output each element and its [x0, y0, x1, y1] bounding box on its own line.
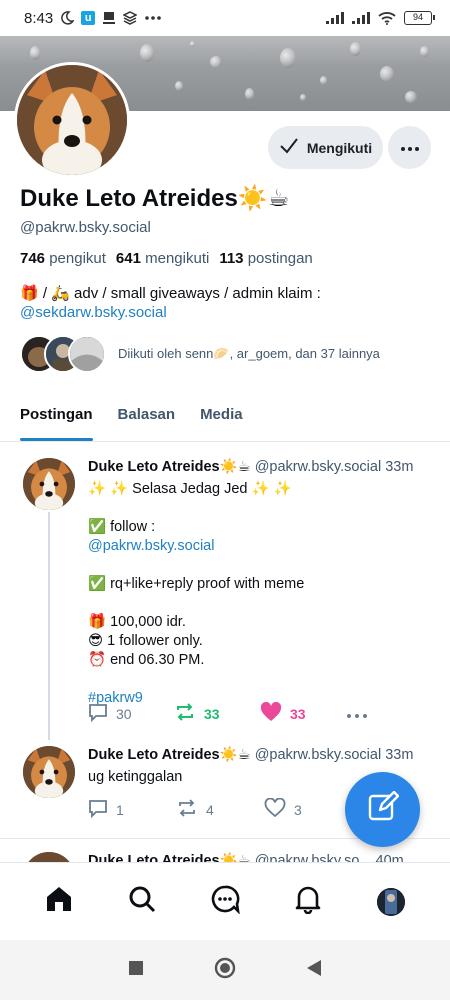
home-icon [44, 884, 74, 919]
like-count: 3 [294, 801, 302, 818]
download-icon [102, 11, 116, 25]
following-button[interactable]: Mengikuti [268, 126, 383, 169]
like-button[interactable]: 33 [260, 701, 346, 725]
search-icon [127, 884, 157, 919]
more-notifications-icon [144, 15, 162, 21]
checkmark-icon [279, 137, 299, 158]
recent-apps-button[interactable] [128, 960, 144, 981]
user-avatar [376, 887, 405, 916]
system-navigation [0, 940, 450, 1000]
status-time: 8:43 [24, 9, 54, 27]
nav-notifications[interactable] [288, 882, 328, 922]
more-options-icon [400, 139, 420, 157]
following-button-label: Mengikuti [306, 139, 373, 156]
profile-handle: @pakrw.bsky.social [20, 219, 151, 236]
chat-icon [210, 884, 240, 919]
post-line: 🎁 100,000 idr. [88, 614, 186, 630]
signal-icon [326, 12, 344, 24]
back-button[interactable] [306, 959, 322, 982]
bio-text: 🎁 / 🛵 adv / small giveaways / admin klai… [20, 285, 321, 302]
bio-link[interactable]: @sekdarw.bsky.social [20, 303, 440, 322]
post-author-avatar[interactable] [23, 746, 75, 798]
home-system-button[interactable] [214, 957, 236, 984]
compose-icon [367, 790, 399, 828]
heart-icon [264, 797, 286, 821]
like-count: 33 [290, 705, 306, 722]
nav-profile[interactable] [371, 882, 411, 922]
post-body[interactable]: ✨ ✨ Selasa Jedag Jed ✨ ✨ ✅ follow : @pak… [88, 480, 438, 708]
repost-icon [176, 798, 198, 821]
reply-icon [88, 798, 108, 821]
post-time: 33m [385, 459, 414, 475]
profile-display-name: Duke Leto Atreides☀️☕ [20, 185, 290, 212]
following-stat[interactable]: 641 mengikuti [116, 250, 209, 267]
follower-avatar [68, 335, 106, 373]
followed-by-text: Diikuti oleh senn🥟, ar_goem, dan 37 lain… [118, 346, 380, 361]
profile-more-button[interactable] [388, 126, 431, 169]
post-author-handle: @pakrw.bsky.social [254, 459, 382, 475]
reply-count: 1 [116, 801, 124, 818]
repost-button[interactable]: 33 [174, 702, 260, 725]
profile-stats: 746 pengikut 641 mengikuti 113 postingan [20, 250, 313, 267]
profile-tabs: Postingan Balasan Media [0, 398, 450, 442]
post-author-avatar[interactable] [23, 458, 75, 510]
reply-count: 30 [116, 705, 132, 722]
app-notification-icon: u [81, 11, 96, 25]
reply-button[interactable]: 30 [88, 702, 174, 725]
repost-icon [174, 702, 196, 725]
more-options-icon [346, 706, 368, 722]
signal-icon-2 [352, 12, 370, 24]
bottom-navigation [0, 862, 450, 940]
post-header[interactable]: Duke Leto Atreides☀️☕ @pakrw.bsky.social… [88, 458, 413, 475]
followers-stat[interactable]: 746 pengikut [20, 250, 106, 267]
post-line: ✅ rq+like+reply proof with meme [88, 576, 305, 592]
tab-media[interactable]: Media [200, 398, 243, 441]
post-line: 😎 1 follower only. [88, 633, 203, 649]
reply-button[interactable]: 1 [88, 798, 176, 821]
posts-stat: 113 postingan [219, 250, 313, 267]
repost-count: 4 [206, 801, 214, 818]
post-author-handle: @pakrw.bsky.social [254, 747, 382, 763]
post-actions: 1 4 3 [88, 797, 302, 821]
repost-button[interactable]: 4 [176, 798, 264, 821]
repost-count: 33 [204, 705, 220, 722]
profile-bio: 🎁 / 🛵 adv / small giveaways / admin klai… [20, 284, 440, 322]
layers-icon [123, 11, 138, 25]
heart-filled-icon [260, 701, 282, 725]
wifi-icon [378, 11, 396, 25]
post-mention-link[interactable]: @pakrw.bsky.social [88, 537, 438, 556]
post-time: 33m [385, 747, 414, 763]
status-bar: 8:43 u 94 [0, 0, 450, 36]
reply-icon [88, 702, 108, 725]
nav-chat[interactable] [205, 882, 245, 922]
post-author-name: Duke Leto Atreides☀️☕ [88, 459, 251, 475]
post-more-button[interactable] [346, 706, 368, 722]
nav-search[interactable] [122, 882, 162, 922]
bell-icon [293, 884, 323, 919]
followed-by-row[interactable]: Diikuti oleh senn🥟, ar_goem, dan 37 lain… [20, 334, 380, 374]
post-line: ⏰ end 06.30 PM. [88, 652, 205, 668]
moon-icon [60, 11, 75, 25]
tab-posts[interactable]: Postingan [20, 398, 93, 441]
thread-line [48, 512, 50, 740]
post-author-name: Duke Leto Atreides☀️☕ [88, 747, 251, 763]
post-line: ✨ ✨ Selasa Jedag Jed ✨ ✨ [88, 481, 292, 497]
post-actions: 30 33 33 [88, 701, 368, 725]
post-header[interactable]: Duke Leto Atreides☀️☕ @pakrw.bsky.social… [88, 746, 413, 763]
nav-home[interactable] [39, 882, 79, 922]
profile-avatar[interactable] [14, 62, 130, 178]
compose-button[interactable] [345, 772, 420, 847]
post-line: ✅ follow : [88, 519, 156, 535]
tab-replies[interactable]: Balasan [118, 398, 176, 441]
battery-icon: 94 [404, 11, 435, 25]
like-button[interactable]: 3 [264, 797, 302, 821]
